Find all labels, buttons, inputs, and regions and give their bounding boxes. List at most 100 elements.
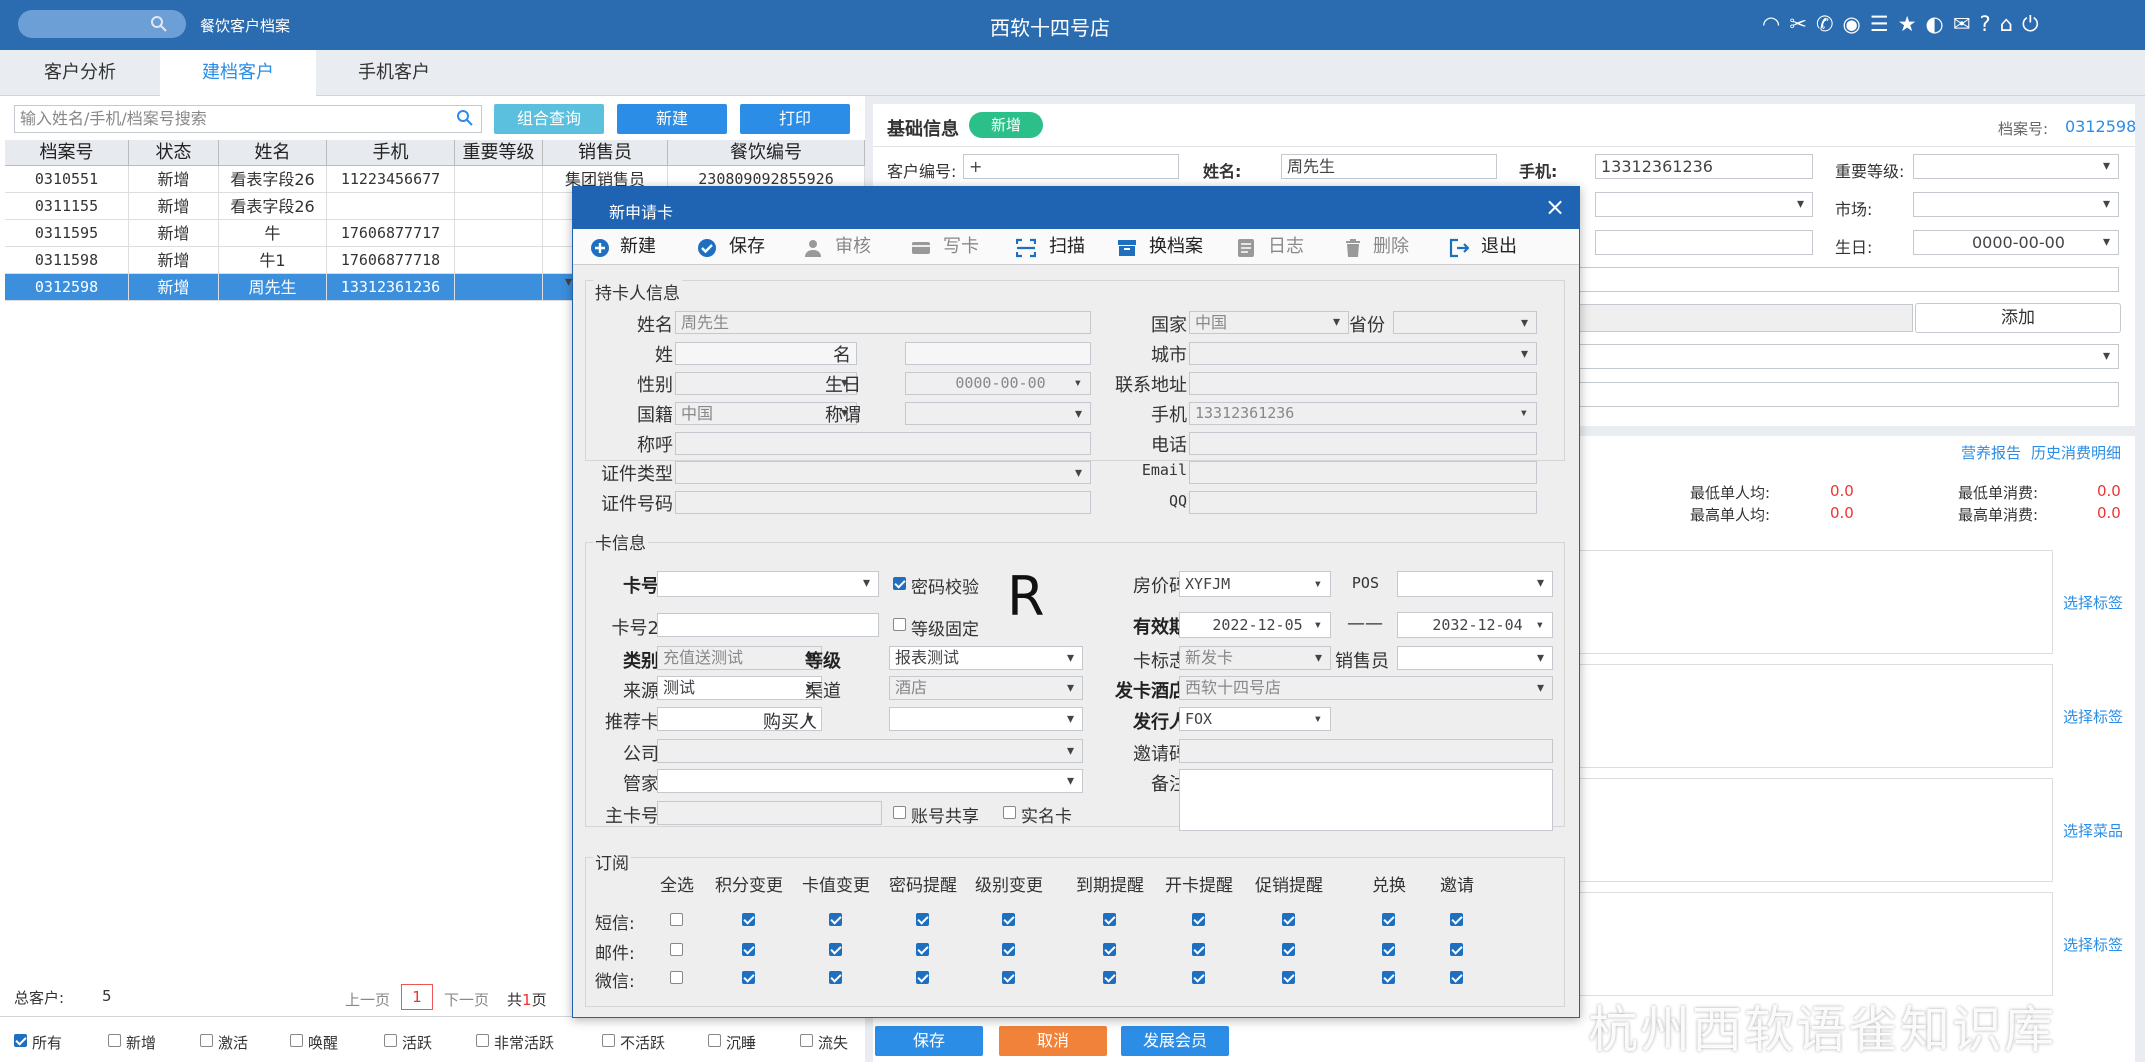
search-icon[interactable] bbox=[456, 109, 474, 127]
nutrition-report-link[interactable]: 营养报告 bbox=[1961, 442, 2021, 463]
tab-mobile-customers[interactable]: 手机客户 bbox=[316, 50, 472, 96]
mail-icon[interactable]: ✉ bbox=[1953, 12, 1980, 36]
combo-query-button[interactable]: 组合查询 bbox=[494, 104, 604, 134]
home-icon[interactable]: ⌂ bbox=[2000, 12, 2022, 36]
develop-member-button[interactable]: 发展会员 bbox=[1121, 1026, 1229, 1056]
subscribe-col-header[interactable]: 到期提醒 bbox=[1074, 871, 1146, 896]
subscribe-checkbox[interactable] bbox=[1002, 971, 1015, 984]
help-icon[interactable]: ? bbox=[1979, 12, 1999, 36]
subscribe-checkbox[interactable] bbox=[1002, 943, 1015, 956]
wifi-icon[interactable]: ◠ bbox=[1762, 12, 1789, 36]
filter-checkbox[interactable] bbox=[800, 1034, 813, 1047]
table-row[interactable]: 0312598 新增 周先生 13312361236 bbox=[5, 274, 865, 301]
subscribe-checkbox[interactable] bbox=[1103, 913, 1116, 926]
subscribe-checkbox[interactable] bbox=[829, 913, 842, 926]
subscribe-col-header[interactable]: 密码提醒 bbox=[887, 871, 959, 896]
subscribe-checkbox[interactable] bbox=[1282, 913, 1295, 926]
tag-box[interactable] bbox=[1573, 550, 2053, 654]
cancel-button[interactable]: 取消 bbox=[999, 1026, 1107, 1056]
subscribe-checkbox[interactable] bbox=[916, 913, 929, 926]
power-icon[interactable]: ⏻ bbox=[2022, 12, 2048, 36]
filter-checkbox[interactable] bbox=[384, 1034, 397, 1047]
subscribe-col-header[interactable]: 积分变更 bbox=[713, 871, 785, 896]
subscribe-col-header[interactable]: 级别变更 bbox=[973, 871, 1045, 896]
subscribe-checkbox[interactable] bbox=[916, 943, 929, 956]
prev-page-link[interactable]: 上一页 bbox=[345, 989, 390, 1010]
subscribe-col-header[interactable]: 邀请 bbox=[1421, 871, 1493, 896]
hidden-select-row6[interactable] bbox=[1573, 344, 2119, 369]
hidden-input-row7[interactable] bbox=[1573, 382, 2119, 407]
subscribe-checkbox[interactable] bbox=[1002, 913, 1015, 926]
subscribe-checkbox[interactable] bbox=[1282, 943, 1295, 956]
subscribe-checkbox[interactable] bbox=[670, 913, 683, 926]
filter-checkbox[interactable] bbox=[108, 1034, 121, 1047]
subscribe-checkbox[interactable] bbox=[742, 913, 755, 926]
subscribe-checkbox[interactable] bbox=[1282, 971, 1295, 984]
subscribe-checkbox[interactable] bbox=[742, 943, 755, 956]
palette-icon[interactable]: ◉ bbox=[1843, 12, 1870, 36]
subscribe-checkbox[interactable] bbox=[1103, 943, 1116, 956]
subscribe-checkbox[interactable] bbox=[829, 971, 842, 984]
tag-box[interactable] bbox=[1573, 664, 2053, 768]
history-link[interactable]: 历史消费明细 bbox=[2031, 442, 2121, 463]
star-icon[interactable]: ★ bbox=[1898, 12, 1926, 36]
search-icon[interactable] bbox=[150, 15, 168, 33]
subscribe-checkbox[interactable] bbox=[742, 971, 755, 984]
subscribe-checkbox[interactable] bbox=[1192, 913, 1205, 926]
hidden-select-row2[interactable] bbox=[1595, 192, 1813, 217]
subscribe-checkbox[interactable] bbox=[1382, 943, 1395, 956]
subscribe-checkbox[interactable] bbox=[1103, 971, 1116, 984]
tab-registered-customers[interactable]: 建档客户 bbox=[160, 50, 316, 96]
select-dish-link[interactable]: 选择菜品 bbox=[2063, 820, 2123, 841]
hidden-wide-input[interactable] bbox=[1573, 267, 2119, 292]
subscribe-col-header[interactable]: 促销提醒 bbox=[1253, 871, 1325, 896]
filter-checkbox[interactable] bbox=[476, 1034, 489, 1047]
subscribe-checkbox[interactable] bbox=[1192, 971, 1205, 984]
subscribe-col-header[interactable]: 全选 bbox=[641, 871, 713, 896]
contrast-icon[interactable]: ◐ bbox=[1926, 12, 1953, 36]
birthday-select[interactable]: 0000-00-00 bbox=[1913, 230, 2119, 255]
select-tag-link[interactable]: 选择标签 bbox=[2063, 934, 2123, 955]
subscribe-checkbox[interactable] bbox=[1450, 971, 1463, 984]
tag-box[interactable] bbox=[1573, 892, 2053, 996]
new-button[interactable]: 新建 bbox=[617, 104, 727, 134]
table-row[interactable]: 0311155 新增 看表字段26 bbox=[5, 193, 865, 220]
subscribe-checkbox[interactable] bbox=[916, 971, 929, 984]
filter-checkbox[interactable] bbox=[14, 1034, 27, 1047]
level-select[interactable] bbox=[1913, 154, 2119, 179]
subscribe-checkbox[interactable] bbox=[1450, 913, 1463, 926]
subscribe-checkbox[interactable] bbox=[829, 943, 842, 956]
subscribe-col-header[interactable]: 开卡提醒 bbox=[1163, 871, 1235, 896]
menu-icon[interactable]: ☰ bbox=[1870, 12, 1898, 36]
print-button[interactable]: 打印 bbox=[740, 104, 850, 134]
subscribe-checkbox[interactable] bbox=[1382, 913, 1395, 926]
subscribe-checkbox[interactable] bbox=[670, 943, 683, 956]
tag-box[interactable] bbox=[1573, 778, 2053, 882]
filter-checkbox[interactable] bbox=[290, 1034, 303, 1047]
phone-icon[interactable]: ✆ bbox=[1816, 12, 1843, 36]
save-button[interactable]: 保存 bbox=[875, 1026, 983, 1056]
table-row[interactable]: 0311595 新增牛 17606877717 bbox=[5, 220, 865, 247]
table-row[interactable]: 0311598 新增 牛1 17606877718 bbox=[5, 247, 865, 274]
subscribe-checkbox[interactable] bbox=[670, 971, 683, 984]
next-page-link[interactable]: 下一页 bbox=[444, 989, 489, 1010]
tools-icon[interactable]: ✂ bbox=[1789, 12, 1816, 36]
select-tag-link[interactable]: 选择标签 bbox=[2063, 706, 2123, 727]
name-input[interactable]: 周先生 bbox=[1281, 154, 1497, 179]
subscribe-col-header[interactable]: 卡值变更 bbox=[800, 871, 872, 896]
hidden-input-row3[interactable] bbox=[1595, 230, 1813, 255]
mobile-input[interactable]: 13312361236 bbox=[1595, 154, 1813, 179]
select-tag-link[interactable]: 选择标签 bbox=[2063, 592, 2123, 613]
subscribe-checkbox[interactable] bbox=[1450, 943, 1463, 956]
table-row[interactable]: 0310551 新增 看表字段26 11223456677 集团销售员 230809092… bbox=[5, 166, 865, 193]
tab-customer-analysis[interactable]: 客户分析 bbox=[0, 50, 160, 96]
filter-checkbox[interactable] bbox=[708, 1034, 721, 1047]
filter-checkbox[interactable] bbox=[200, 1034, 213, 1047]
cust-no-input[interactable]: + bbox=[963, 154, 1179, 179]
add-button[interactable]: 添加 bbox=[1915, 303, 2121, 333]
subscribe-checkbox[interactable] bbox=[1192, 943, 1205, 956]
market-select[interactable] bbox=[1913, 192, 2119, 217]
page-number-input[interactable]: 1 bbox=[401, 984, 433, 1010]
subscribe-checkbox[interactable] bbox=[1382, 971, 1395, 984]
subscribe-col-header[interactable]: 兑换 bbox=[1353, 871, 1425, 896]
